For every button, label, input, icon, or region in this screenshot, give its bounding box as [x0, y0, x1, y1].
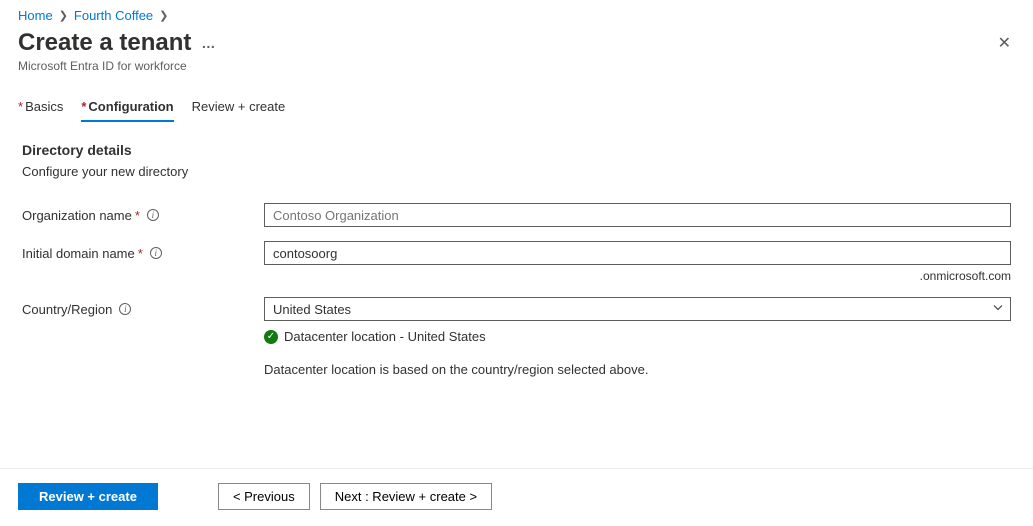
next-button[interactable]: Next : Review + create >: [320, 483, 492, 510]
row-initial-domain: Initial domain name * i: [22, 241, 1011, 265]
tab-configuration-label: Configuration: [88, 99, 173, 114]
chevron-down-icon: [992, 302, 1004, 317]
chevron-right-icon: ❯: [59, 9, 68, 22]
row-country-region: Country/Region i United States: [22, 297, 1011, 321]
breadcrumb: Home ❯ Fourth Coffee ❯: [0, 0, 1033, 27]
datacenter-note: Datacenter location is based on the coun…: [264, 362, 648, 377]
label-text-region: Country/Region: [22, 302, 112, 317]
label-text-organization: Organization name: [22, 208, 132, 223]
tabs: *Basics *Configuration Review + create: [0, 73, 1033, 122]
row-organization-name: Organization name * i: [22, 203, 1011, 227]
label-initial-domain: Initial domain name * i: [22, 246, 264, 261]
required-mark: *: [135, 208, 140, 223]
footer: Review + create < Previous Next : Review…: [0, 468, 1033, 526]
page-title-text: Create a tenant: [18, 29, 191, 57]
page-title: Create a tenant …: [18, 29, 216, 57]
info-icon[interactable]: i: [147, 209, 159, 221]
info-icon[interactable]: i: [150, 247, 162, 259]
info-icon[interactable]: i: [119, 303, 131, 315]
label-organization-name: Organization name * i: [22, 208, 264, 223]
tab-basics-label: Basics: [25, 99, 63, 114]
datacenter-status: ✓ Datacenter location - United States: [264, 329, 486, 344]
required-mark: *: [18, 99, 23, 114]
datacenter-status-text: Datacenter location - United States: [284, 329, 486, 344]
tab-review-label: Review + create: [192, 99, 286, 114]
review-create-button[interactable]: Review + create: [18, 483, 158, 510]
section-title: Directory details: [22, 142, 1011, 158]
required-mark: *: [138, 246, 143, 261]
main-content: Directory details Configure your new dir…: [0, 122, 1033, 387]
initial-domain-input[interactable]: [264, 241, 1011, 265]
previous-button[interactable]: < Previous: [218, 483, 310, 510]
breadcrumb-home[interactable]: Home: [18, 8, 53, 23]
more-icon[interactable]: …: [201, 35, 216, 51]
domain-suffix: .onmicrosoft.com: [264, 269, 1011, 283]
required-mark: *: [81, 99, 86, 114]
organization-name-input[interactable]: [264, 203, 1011, 227]
section-desc: Configure your new directory: [22, 164, 1011, 179]
label-country-region: Country/Region i: [22, 302, 264, 317]
country-region-select[interactable]: United States: [264, 297, 1011, 321]
check-circle-icon: ✓: [264, 330, 278, 344]
page-subtitle: Microsoft Entra ID for workforce: [18, 59, 216, 73]
breadcrumb-parent[interactable]: Fourth Coffee: [74, 8, 153, 23]
chevron-right-icon: ❯: [159, 9, 168, 22]
label-text-domain: Initial domain name: [22, 246, 135, 261]
close-icon[interactable]: ✕: [994, 29, 1015, 57]
country-region-value: United States: [273, 302, 351, 317]
tab-basics[interactable]: *Basics: [18, 99, 63, 122]
tab-review[interactable]: Review + create: [192, 99, 286, 122]
tab-configuration[interactable]: *Configuration: [81, 99, 173, 122]
page-header: Create a tenant … Microsoft Entra ID for…: [18, 29, 216, 73]
